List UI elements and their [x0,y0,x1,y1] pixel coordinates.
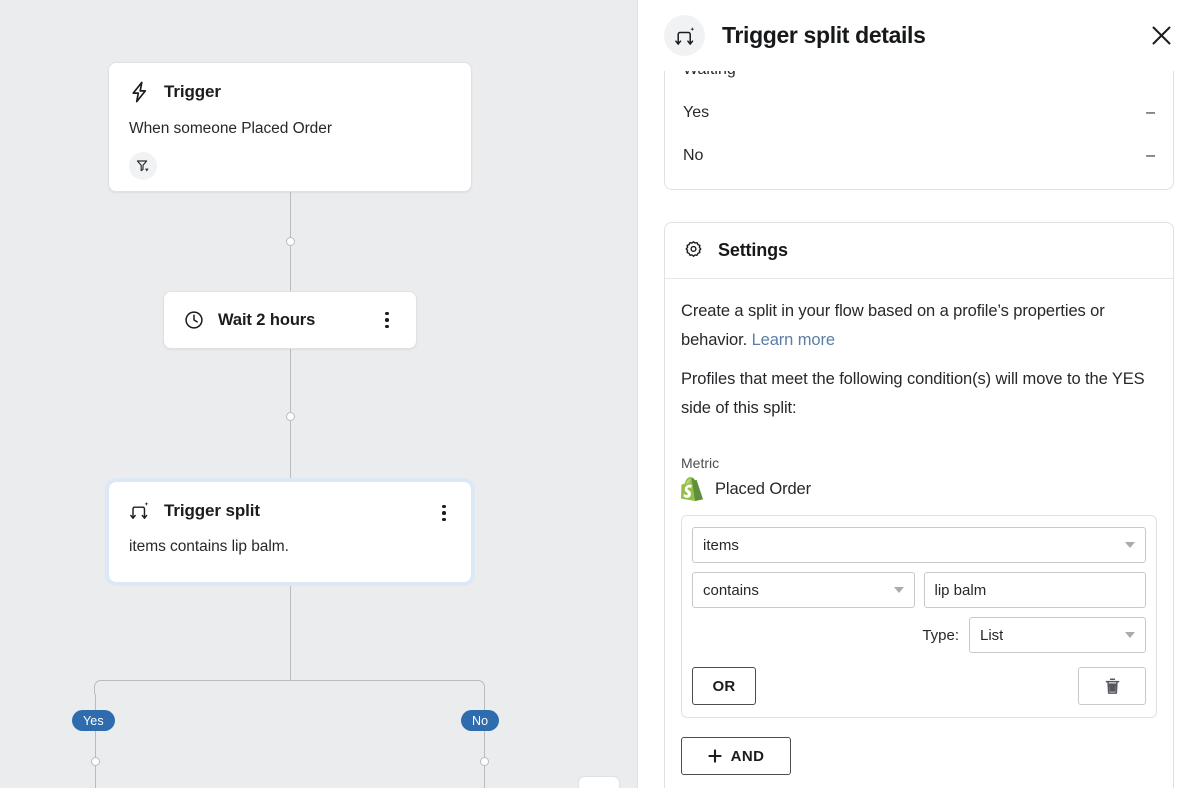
add-and-condition-label: AND [731,748,765,765]
settings-description-1-text: Create a split in your flow based on a p… [681,302,1105,349]
trigger-card[interactable]: Trigger When someone Placed Order [108,62,472,192]
connector-dot-2[interactable] [286,412,295,421]
lightning-bolt-icon [129,81,150,103]
connector-dot-no[interactable] [480,757,489,766]
wait-card-menu-button[interactable] [376,309,398,331]
trigger-split-card-menu-button[interactable] [433,502,455,524]
condition-value-text: lip balm [935,582,987,599]
add-and-condition-button[interactable]: AND [681,737,791,775]
stats-row-no-label: No [683,147,703,165]
partial-node-below[interactable] [578,776,620,788]
condition-type-value: List [980,627,1003,644]
trash-icon [1105,678,1120,695]
clock-icon [184,310,204,330]
chevron-down-icon [1125,632,1135,638]
trigger-split-card-subtitle: items contains lip balm. [129,538,451,556]
connector-yes-branch [95,694,96,788]
shopify-icon [681,477,703,501]
stats-row-no-value: – [1146,147,1155,165]
metric-name: Placed Order [715,480,811,499]
branch-label-yes[interactable]: Yes [72,710,115,731]
condition-value-input[interactable]: lip balm [924,572,1147,608]
connector-corner-right [471,680,485,694]
trigger-split-icon [664,15,705,56]
trigger-split-card-title: Trigger split [164,501,260,521]
plus-icon [708,749,722,763]
condition-property-select[interactable]: items [692,527,1146,563]
stats-card-spacer [683,177,1155,189]
condition-operator-row: contains lip balm [692,572,1146,608]
flow-builder-app: Trigger When someone Placed Order [0,0,1200,788]
panel-body[interactable]: Waiting Yes – No – [638,71,1200,788]
close-icon [1149,23,1174,48]
split-stats-card: Waiting Yes – No – [664,71,1174,190]
close-panel-button[interactable] [1144,19,1178,53]
panel-title: Trigger split details [722,22,926,49]
connector-no-branch [484,694,485,788]
gear-icon [683,240,704,261]
delete-condition-button[interactable] [1078,667,1146,705]
settings-description-2: Profiles that meet the following conditi… [681,365,1157,423]
filter-funnel-icon [135,158,151,174]
stats-row-yes: Yes – [683,91,1155,134]
wait-card-title: Wait 2 hours [218,311,315,330]
connector-dot-yes[interactable] [91,757,100,766]
trigger-split-card-header: Trigger split [129,500,451,521]
settings-description-1: Create a split in your flow based on a p… [681,297,1157,355]
branch-label-no[interactable]: No [461,710,499,731]
panel-header: Trigger split details [638,0,1200,71]
wait-card-inner: Wait 2 hours [164,292,416,348]
wait-card[interactable]: Wait 2 hours [163,291,417,349]
settings-card-title: Settings [718,240,788,261]
condition-group: items contains lip balm [681,515,1157,718]
trigger-split-card[interactable]: Trigger split items contains lip balm. [108,481,472,583]
stats-row-waiting: Waiting [683,71,1155,91]
condition-property-value: items [703,537,739,554]
stats-row-yes-label: Yes [683,104,709,122]
connector-dot-1[interactable] [286,237,295,246]
chevron-down-icon [1125,542,1135,548]
connector-corner-left [94,680,108,694]
add-or-condition-button[interactable]: OR [692,667,756,705]
settings-card-header: Settings [665,223,1173,279]
details-panel: Trigger split details Waiting Yes – [637,0,1200,788]
stats-row-yes-value: – [1146,104,1155,122]
connector-branch-horizontal-right [290,680,472,681]
settings-card: Settings Create a split in your flow bas… [664,222,1174,788]
trigger-card-title: Trigger [164,82,221,102]
condition-actions-row: OR [692,667,1146,705]
condition-operator-select[interactable]: contains [692,572,915,608]
trigger-card-subtitle: When someone Placed Order [129,120,451,138]
trigger-split-icon [129,500,150,521]
trigger-card-header: Trigger [129,81,451,103]
settings-card-body: Create a split in your flow based on a p… [665,279,1173,788]
stats-row-no: No – [683,134,1155,177]
condition-operator-value: contains [703,582,759,599]
connector-split-down [290,583,291,680]
flow-canvas[interactable]: Trigger When someone Placed Order [0,0,637,788]
condition-type-row: Type: List [692,617,1146,653]
learn-more-link[interactable]: Learn more [752,331,835,349]
stats-row-waiting-label: Waiting [683,71,736,79]
chevron-down-icon [894,587,904,593]
condition-type-label: Type: [922,627,959,644]
condition-type-select[interactable]: List [969,617,1146,653]
metric-label: Metric [681,455,1157,471]
trigger-filter-button[interactable] [129,152,157,180]
metric-row: Placed Order [681,477,1157,501]
connector-branch-horizontal-left [108,680,290,681]
